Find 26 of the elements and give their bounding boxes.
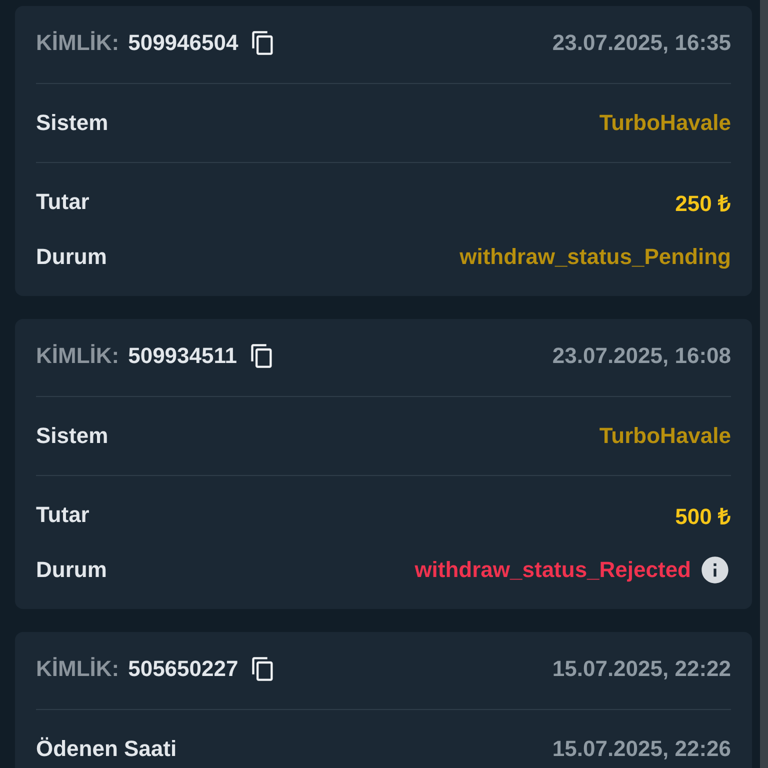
scrollbar[interactable] bbox=[760, 0, 768, 768]
field-label: Tutar bbox=[36, 189, 90, 215]
field-value: 15.07.2025, 22:26 bbox=[552, 736, 731, 762]
field-value: withdraw_status_Rejected bbox=[414, 557, 691, 583]
transaction-id: 505650227 bbox=[128, 656, 238, 682]
transaction-date: 15.07.2025, 22:22 bbox=[552, 656, 731, 682]
field-label: Ödenen Saati bbox=[36, 736, 177, 762]
field-label: Durum bbox=[36, 244, 107, 270]
field-label: Sistem bbox=[36, 423, 108, 449]
transaction-id: 509946504 bbox=[128, 30, 238, 56]
field-value: withdraw_status_Pending bbox=[460, 244, 731, 270]
field-value: 500 ₺ bbox=[675, 503, 731, 530]
transaction-id: 509934511 bbox=[128, 343, 237, 369]
field-label: Tutar bbox=[36, 502, 90, 528]
id-label: KİMLİK: bbox=[36, 343, 120, 369]
info-icon[interactable] bbox=[699, 554, 731, 586]
field-value: 250 ₺ bbox=[675, 190, 731, 217]
field-value: TurboHavale bbox=[599, 423, 731, 449]
field-value: TurboHavale bbox=[599, 110, 731, 136]
transaction-date: 23.07.2025, 16:08 bbox=[552, 343, 731, 369]
copy-icon[interactable] bbox=[249, 343, 275, 369]
transaction-date: 23.07.2025, 16:35 bbox=[552, 30, 731, 56]
field-label: Durum bbox=[36, 557, 107, 583]
field-label: Sistem bbox=[36, 110, 108, 136]
id-label: KİMLİK: bbox=[36, 30, 120, 56]
id-label: KİMLİK: bbox=[36, 656, 120, 682]
